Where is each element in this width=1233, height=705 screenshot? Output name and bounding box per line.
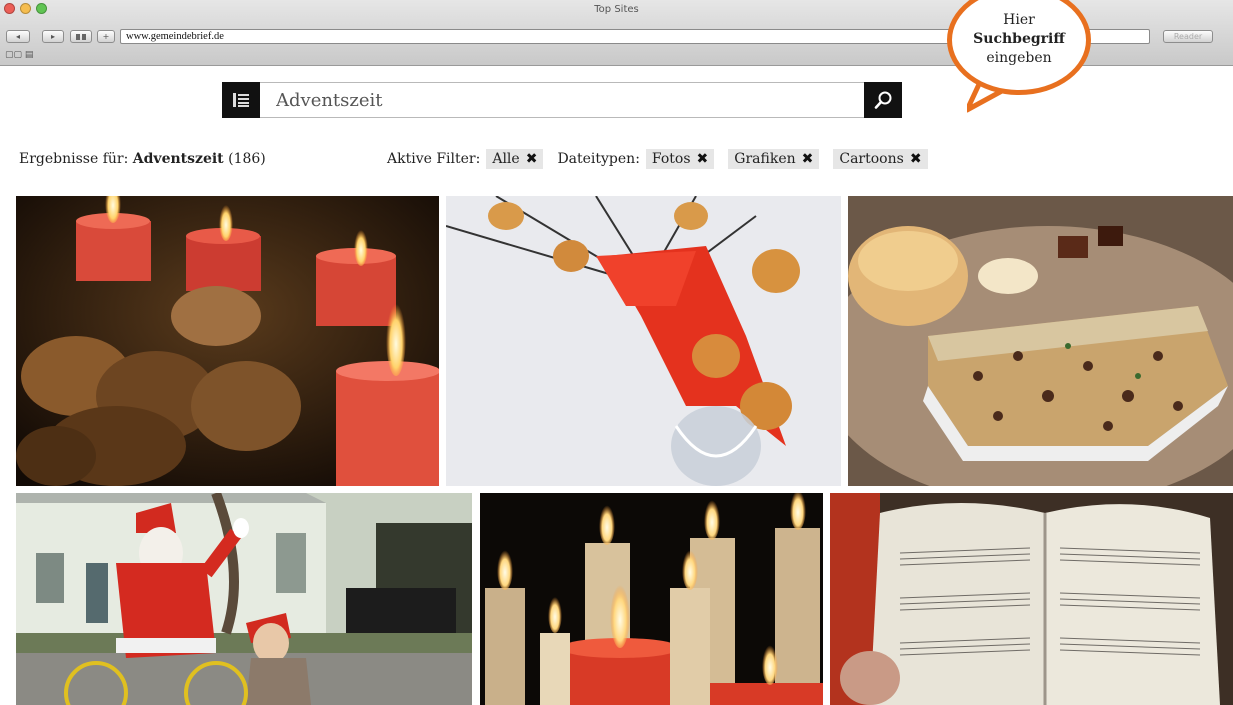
search-button[interactable] [864,82,902,118]
filter-chip-grafiken[interactable]: Grafiken ✖ [728,149,820,169]
remove-filter-icon[interactable]: ✖ [802,151,814,167]
active-filters-label: Aktive Filter: [387,151,481,167]
results-count: (186) [223,151,266,167]
tabs-overview-button[interactable] [70,30,92,43]
filter-bar: Aktive Filter: Alle ✖ Dateitypen: Fotos ✖ … [387,149,942,169]
remove-filter-icon[interactable]: ✖ [910,151,922,167]
grid-icon [76,33,86,40]
forward-button[interactable]: ▸ [42,30,64,43]
photo-candles-walnuts[interactable] [16,196,439,486]
filter-chip-fotos[interactable]: Fotos ✖ [645,149,715,169]
callout-line-1: Hier [1003,12,1035,28]
filetypes-label: Dateitypen: [557,151,640,167]
back-button[interactable]: ◂ [6,30,30,43]
results-summary: Ergebnisse für: Adventszeit (186) [19,151,266,167]
photo-cookie-hearts[interactable] [446,196,841,486]
reader-button[interactable]: Reader [1163,30,1213,43]
add-bookmark-button[interactable]: + [97,30,115,43]
remove-filter-icon[interactable]: ✖ [526,151,538,167]
photo-stollen[interactable] [848,196,1233,486]
photo-santa-bicycle[interactable] [16,493,472,705]
bookmarks-bar[interactable]: ▢▢ ▤ [5,50,33,60]
photo-candles-dark[interactable] [480,493,823,705]
filter-chip-alle[interactable]: Alle ✖ [486,149,544,169]
search-icon [874,91,892,109]
remove-filter-icon[interactable]: ✖ [697,151,709,167]
filter-chip-cartoons[interactable]: Cartoons ✖ [833,149,928,169]
photo-hymn-book[interactable] [830,493,1233,705]
list-icon [233,93,249,107]
results-term: Adventszeit [132,151,224,167]
search-input[interactable] [260,82,864,118]
callout-line-3: eingeben [986,50,1052,66]
menu-button[interactable] [222,82,260,118]
callout-line-2: Suchbegriff [973,31,1065,47]
